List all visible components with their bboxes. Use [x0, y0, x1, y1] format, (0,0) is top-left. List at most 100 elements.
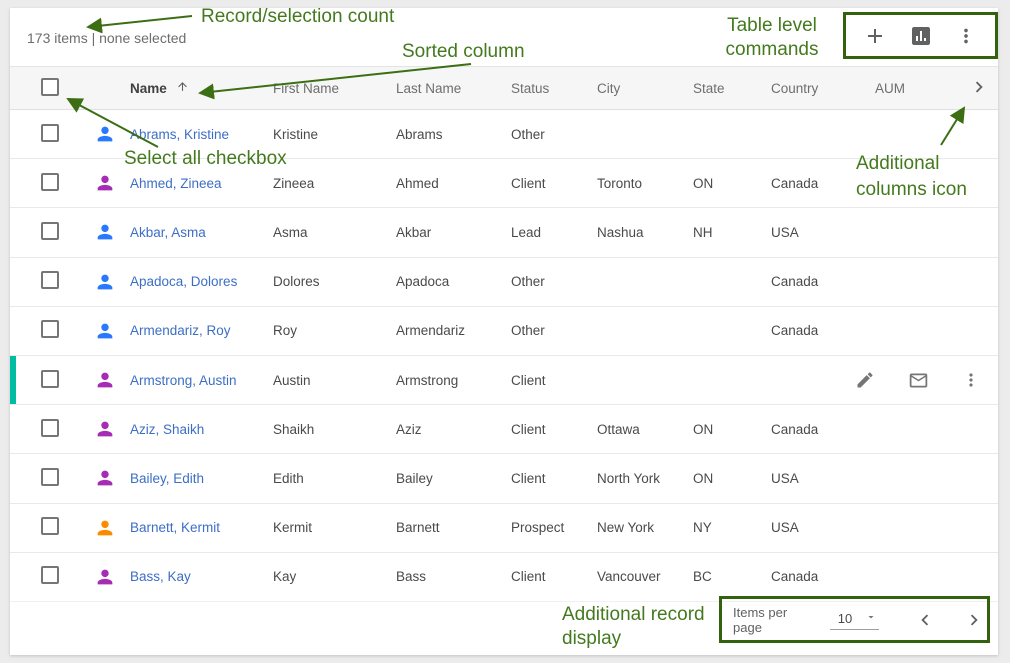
person-avatar-icon	[94, 517, 116, 539]
state-cell: ON	[693, 176, 771, 191]
first-name-cell: Dolores	[273, 274, 396, 289]
table-row: Bailey, Edith Edith Bailey Client North …	[10, 454, 998, 503]
country-cell: Canada	[771, 323, 875, 338]
additional-columns-button[interactable]	[960, 76, 998, 101]
last-name-cell: Barnett	[396, 520, 511, 535]
status-cell: Client	[511, 569, 597, 584]
row-checkbox[interactable]	[41, 517, 59, 535]
pencil-icon	[855, 370, 875, 390]
contact-name-link[interactable]: Bailey, Edith	[130, 471, 204, 486]
first-name-cell: Roy	[273, 323, 396, 338]
table-more-options-button[interactable]	[953, 23, 979, 49]
bar-chart-icon	[909, 24, 933, 48]
column-header-last-name[interactable]: Last Name	[396, 81, 511, 96]
first-name-cell: Zineea	[273, 176, 396, 191]
dropdown-caret-icon	[865, 611, 877, 626]
column-header-city[interactable]: City	[597, 81, 693, 96]
person-avatar-icon	[94, 369, 116, 391]
last-name-cell: Akbar	[396, 225, 511, 240]
person-avatar-icon	[94, 172, 116, 194]
edit-record-button[interactable]	[852, 367, 878, 393]
last-name-cell: Bass	[396, 569, 511, 584]
more-vert-icon	[955, 25, 977, 47]
row-checkbox[interactable]	[41, 468, 59, 486]
status-cell: Client	[511, 176, 597, 191]
contact-name-link[interactable]: Akbar, Asma	[130, 225, 206, 240]
contact-name-link[interactable]: Abrams, Kristine	[130, 127, 229, 142]
contact-name-link[interactable]: Armendariz, Roy	[130, 323, 231, 338]
table-row: Akbar, Asma Asma Akbar Lead Nashua NH US…	[10, 208, 998, 257]
row-checkbox[interactable]	[41, 566, 59, 584]
previous-page-button[interactable]	[912, 607, 938, 633]
city-cell: New York	[597, 520, 693, 535]
last-name-cell: Armstrong	[396, 373, 511, 388]
annotation-additional-columns: Additional columns icon	[856, 151, 967, 203]
table-row: Armendariz, Roy Roy Armendariz Other Can…	[10, 307, 998, 356]
status-cell: Other	[511, 127, 597, 142]
person-avatar-icon	[94, 123, 116, 145]
city-cell: North York	[597, 471, 693, 486]
row-checkbox[interactable]	[41, 124, 59, 142]
status-cell: Client	[511, 373, 597, 388]
row-checkbox[interactable]	[41, 271, 59, 289]
first-name-cell: Austin	[273, 373, 396, 388]
column-header-name[interactable]: Name	[130, 80, 273, 96]
table-row: Bass, Kay Kay Bass Client Vancouver BC C…	[10, 553, 998, 602]
email-record-button[interactable]	[905, 367, 931, 393]
select-all-checkbox[interactable]	[41, 78, 59, 96]
contact-name-link[interactable]: Ahmed, Zineea	[130, 176, 222, 191]
add-record-button[interactable]	[862, 23, 888, 49]
state-cell: ON	[693, 422, 771, 437]
last-name-cell: Ahmed	[396, 176, 511, 191]
row-checkbox[interactable]	[41, 222, 59, 240]
status-cell: Other	[511, 274, 597, 289]
more-vert-icon	[961, 370, 981, 390]
table-card: 173 items | none selected	[10, 8, 998, 655]
first-name-cell: Asma	[273, 225, 396, 240]
row-checkbox[interactable]	[41, 370, 59, 388]
state-cell: BC	[693, 569, 771, 584]
person-avatar-icon	[94, 271, 116, 293]
page-size-select[interactable]: 10	[830, 609, 879, 630]
country-cell: USA	[771, 520, 875, 535]
envelope-icon	[908, 370, 929, 391]
row-more-options-button[interactable]	[958, 367, 984, 393]
column-header-state[interactable]: State	[693, 81, 771, 96]
city-cell: Ottawa	[597, 422, 693, 437]
plus-icon	[863, 24, 887, 48]
annotation-record-count: Record/selection count	[201, 4, 394, 29]
contacts-table-page: 173 items | none selected	[0, 0, 1010, 663]
contact-name-link[interactable]: Aziz, Shaikh	[130, 422, 204, 437]
first-name-cell: Kay	[273, 569, 396, 584]
first-name-cell: Kristine	[273, 127, 396, 142]
record-selection-count: 173 items | none selected	[27, 30, 186, 46]
column-header-country[interactable]: Country	[771, 81, 875, 96]
state-cell: ON	[693, 471, 771, 486]
row-actions	[852, 356, 984, 404]
column-header-status[interactable]: Status	[511, 81, 597, 96]
chart-view-button[interactable]	[908, 23, 934, 49]
status-cell: Client	[511, 471, 597, 486]
city-cell: Vancouver	[597, 569, 693, 584]
city-cell: Nashua	[597, 225, 693, 240]
annotation-additional-record: Additional record display	[562, 603, 705, 651]
active-row-indicator	[10, 356, 16, 404]
country-cell: Canada	[771, 569, 875, 584]
contact-name-link[interactable]: Bass, Kay	[130, 569, 191, 584]
annotation-table-commands: Table level commands	[710, 14, 834, 62]
contact-name-link[interactable]: Armstrong, Austin	[130, 373, 237, 388]
contact-name-link[interactable]: Apadoca, Dolores	[130, 274, 237, 289]
contact-name-link[interactable]: Barnett, Kermit	[130, 520, 220, 535]
table-row: Barnett, Kermit Kermit Barnett Prospect …	[10, 504, 998, 553]
row-checkbox[interactable]	[41, 173, 59, 191]
column-header-aum[interactable]: AUM	[875, 81, 960, 96]
column-header-first-name[interactable]: First Name	[273, 81, 396, 96]
annotation-sorted-column: Sorted column	[402, 39, 525, 64]
table-row: Aziz, Shaikh Shaikh Aziz Client Ottawa O…	[10, 405, 998, 454]
row-checkbox[interactable]	[41, 320, 59, 338]
row-checkbox[interactable]	[41, 419, 59, 437]
next-page-button[interactable]	[961, 607, 987, 633]
country-cell: USA	[771, 471, 875, 486]
table-row: Apadoca, Dolores Dolores Apadoca Other C…	[10, 258, 998, 307]
status-cell: Lead	[511, 225, 597, 240]
